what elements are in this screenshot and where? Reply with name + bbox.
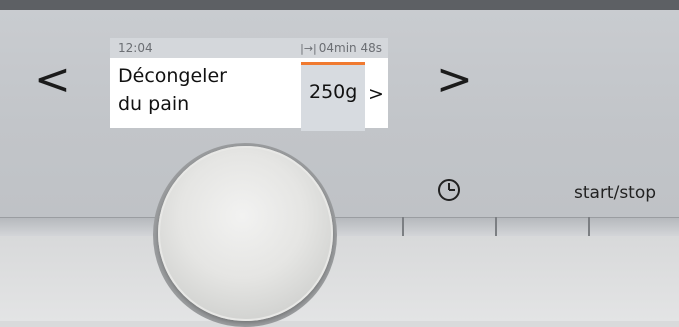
weight-setting[interactable]: 250g bbox=[301, 62, 365, 131]
clock-icon bbox=[438, 179, 460, 201]
display-screen: 12:04 |→| 04min 48s Décongeler du pain 25… bbox=[110, 38, 388, 131]
start-stop-button[interactable]: start/stop bbox=[574, 183, 656, 203]
top-edge bbox=[0, 0, 679, 10]
bottom-panel bbox=[0, 236, 679, 321]
remaining-time-value: 04min 48s bbox=[318, 41, 382, 55]
selector-knob[interactable] bbox=[158, 146, 333, 321]
program-name: Décongeler du pain bbox=[118, 62, 298, 118]
timer-icon: |→| bbox=[300, 42, 317, 55]
display-status-bar: 12:04 |→| 04min 48s bbox=[110, 38, 388, 58]
button-strip bbox=[0, 217, 679, 237]
button-divider bbox=[588, 217, 590, 236]
program-name-line1: Décongeler bbox=[118, 65, 227, 87]
remaining-time: |→| 04min 48s bbox=[300, 41, 382, 55]
previous-button[interactable]: < bbox=[34, 58, 71, 102]
next-button[interactable]: > bbox=[436, 58, 473, 102]
clock-time: 12:04 bbox=[118, 41, 153, 55]
weight-arrow-icon: > bbox=[368, 83, 384, 105]
clock-button[interactable] bbox=[432, 173, 466, 207]
program-name-line2: du pain bbox=[118, 93, 190, 115]
weight-value: 250g bbox=[309, 81, 358, 103]
button-divider bbox=[402, 217, 404, 236]
button-divider bbox=[495, 217, 497, 236]
